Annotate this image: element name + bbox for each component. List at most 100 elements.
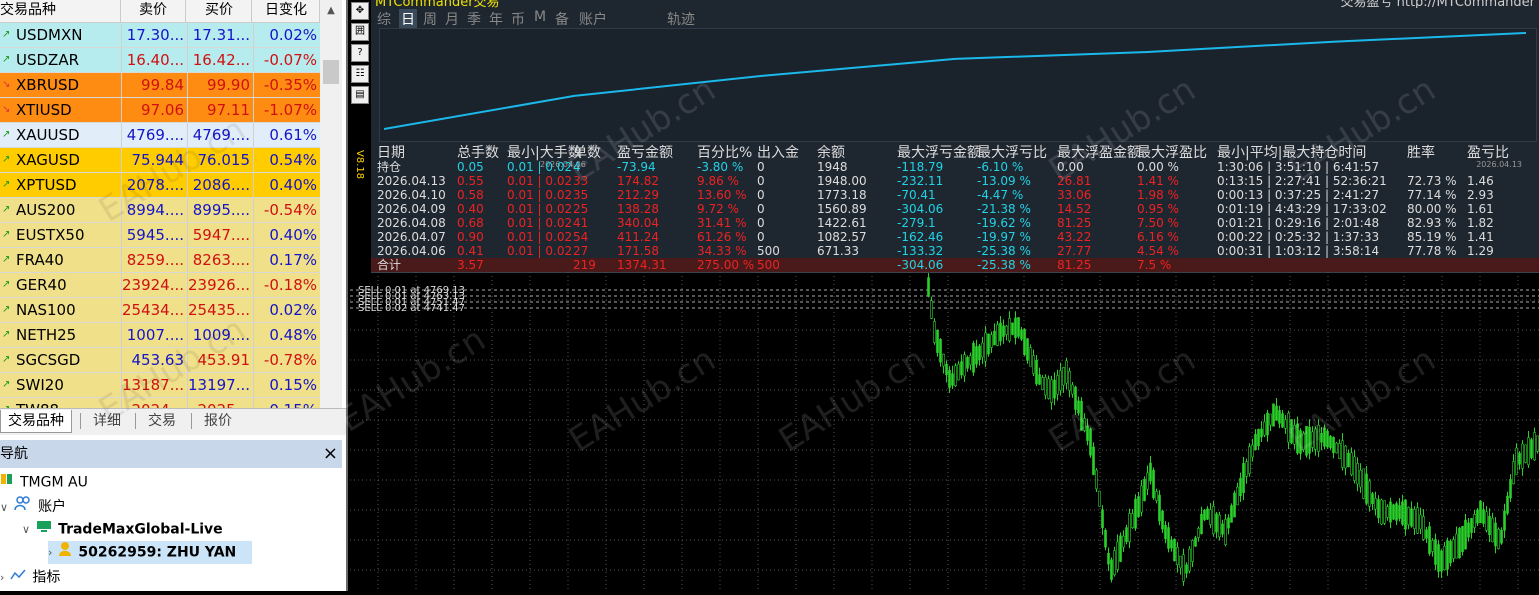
tab-trading[interactable]: 交易: [141, 410, 183, 432]
stats-cell-maxloss: -118.79: [897, 160, 944, 174]
scroll-thumb[interactable]: [323, 60, 339, 84]
candle-body: [1248, 446, 1251, 474]
stats-row: 2026.04.09 0.40 0.01 | 0.02 25 138.28 9.72 % 0…: [371, 202, 1539, 216]
market-watch-row[interactable]: ↗ NETH25 1007.... 1009.... 0.48%: [0, 323, 320, 348]
column-ask[interactable]: 买价: [187, 0, 252, 22]
close-icon[interactable]: ×: [323, 440, 338, 468]
period-tab[interactable]: 季: [467, 9, 481, 29]
arrow-up-icon: ↗: [2, 229, 11, 240]
candle-body: [1362, 468, 1365, 499]
mtcommander-toolbar: ✥ 囲 ? ☷ ▤: [350, 0, 372, 104]
period-tab[interactable]: M: [534, 9, 546, 25]
period-tab[interactable]: 周: [423, 9, 437, 29]
candle-body: [1530, 439, 1533, 459]
candle-body: [1269, 413, 1272, 426]
column-change[interactable]: 日变化: [253, 0, 320, 22]
candle-body: [942, 353, 945, 367]
candle-body: [1374, 498, 1377, 510]
chevron-right-icon[interactable]: ›: [48, 541, 52, 564]
price-chart[interactable]: SELL 0.01 at 4769.13 SELL 0.01 at 4763.13…: [350, 272, 1539, 591]
stats-cell-pct: 34.33 %: [697, 244, 747, 258]
tab-ticks[interactable]: 报价: [197, 410, 239, 432]
market-watch-row[interactable]: ↗ SWI20 13187... 13197... 0.15%: [0, 373, 320, 398]
stats-cell-maxprofit_pct: 1.41 %: [1137, 174, 1179, 188]
candle-body: [1293, 424, 1296, 445]
period-tab[interactable]: 备: [555, 9, 569, 29]
grid-icon[interactable]: ☷: [351, 65, 369, 83]
market-watch-row[interactable]: ↗ GER40 23924... 23926... -0.18%: [0, 273, 320, 298]
row-symbol: NAS100: [16, 301, 76, 319]
row-change: 0.54%: [253, 148, 321, 172]
stats-cell-pl: 1374.31: [617, 258, 667, 272]
candle-body: [951, 373, 954, 386]
arrow-down-icon: ↘: [2, 104, 11, 115]
candle-body: [1032, 355, 1035, 374]
candle-body: [1395, 503, 1398, 521]
period-tab[interactable]: 账户: [579, 9, 607, 29]
scroll-up-icon[interactable]: ▲: [322, 2, 340, 20]
period-tab[interactable]: 月: [445, 9, 459, 29]
navigator-server[interactable]: ∨ TradeMaxGlobal-Live: [22, 518, 223, 541]
candle-body: [945, 363, 948, 376]
move-icon[interactable]: ✥: [351, 2, 369, 20]
column-symbol[interactable]: 交易品种: [0, 0, 121, 22]
candle-body: [1416, 507, 1419, 534]
candle-body: [1263, 421, 1266, 436]
market-watch-row[interactable]: ↗ EUSTX50 5945.... 5947.... 0.40%: [0, 223, 320, 248]
chevron-right-icon[interactable]: ›: [0, 566, 4, 589]
market-watch-row[interactable]: ↗ FRA40 8259.... 8263.... 0.17%: [0, 248, 320, 273]
market-watch-row[interactable]: ↗ USDMXN 17.30... 17.31... 0.02%: [0, 23, 320, 48]
help-icon[interactable]: ?: [351, 44, 369, 62]
navigator-account-item[interactable]: › 50262959: ZHU YAN: [48, 541, 252, 564]
candle-body: [1515, 447, 1518, 475]
row-symbol: AUS200: [16, 201, 76, 219]
row-change: 0.40%: [253, 173, 321, 197]
row-ask: 99.90: [187, 73, 252, 97]
stats-row: 2026.04.08 0.68 0.01 | 0.02 41 340.04 31.41 %…: [371, 216, 1539, 230]
period-tab[interactable]: 年: [489, 9, 503, 29]
user-icon: [58, 541, 72, 564]
chevron-down-icon[interactable]: ∨: [22, 518, 30, 541]
market-watch-row[interactable]: ↗ XPTUSD 2078.... 2086.... 0.40%: [0, 173, 320, 198]
stats-cell-flow: 0: [757, 216, 765, 230]
period-tab[interactable]: 综: [377, 9, 391, 29]
market-watch-row[interactable]: ↗ USDZAR 16.40... 16.42... -0.07%: [0, 48, 320, 73]
market-watch-row[interactable]: ↗ XAUUSD 4769.... 4769.... 0.61%: [0, 123, 320, 148]
candle-body: [957, 363, 960, 381]
stats-cell-date: 2026.04.13: [377, 174, 446, 188]
order-label[interactable]: SELL 0.02 at 4741.47: [358, 304, 465, 314]
stats-cell-pf: 1.46: [1467, 174, 1494, 188]
candle-body: [1386, 506, 1389, 518]
market-watch-row[interactable]: ↘ XBRUSD 99.84 99.90 -0.35%: [0, 73, 320, 98]
market-watch-row[interactable]: ↗ SGCSGD 453.63 453.91 -0.78%: [0, 348, 320, 373]
candle-body: [1044, 377, 1047, 396]
panel-title: MTCommander交易: [375, 0, 500, 8]
period-tab[interactable]: 日: [399, 9, 417, 29]
market-watch-row[interactable]: ↗ AUS200 8994.... 8995.... -0.54%: [0, 198, 320, 223]
navigator-accounts[interactable]: ∨ 账户: [0, 495, 66, 518]
period-tab[interactable]: 币: [511, 9, 525, 29]
arrow-up-icon: ↗: [2, 329, 11, 340]
row-bid: 16.40...: [121, 48, 186, 72]
market-watch-row[interactable]: ↘ XTIUSD 97.06 97.11 -1.07%: [0, 98, 320, 123]
chevron-down-icon[interactable]: ∨: [0, 496, 8, 519]
period-tab[interactable]: 轨迹: [667, 9, 695, 29]
stats-cell-count: 41: [573, 216, 589, 230]
tab-details[interactable]: 详细: [86, 410, 128, 432]
stats-cell-pct: 9.72 %: [697, 202, 739, 216]
column-bid[interactable]: 卖价: [121, 0, 186, 22]
candle-body: [1488, 515, 1491, 536]
market-watch-scrollbar[interactable]: ▲: [320, 0, 342, 408]
chart-icon[interactable]: ▤: [351, 86, 369, 104]
market-watch-row[interactable]: ↗ XAGUSD 75.944 76.015 0.54%: [0, 148, 320, 173]
tab-symbols[interactable]: 交易品种: [0, 410, 72, 433]
panel-icon[interactable]: 囲: [351, 23, 369, 41]
market-watch-row[interactable]: ↗TW882024...2025...0.15%: [0, 398, 320, 408]
market-watch-row[interactable]: ↗ NAS100 25434... 25435... 0.02%: [0, 298, 320, 323]
candle-body: [1359, 470, 1362, 488]
market-watch: 交易品种 卖价 买价 日变化 ↗ USDMXN 17.30... 17.31... 0.…: [0, 0, 346, 408]
stats-cell-minmax: 0.01 | 0.02: [507, 160, 573, 174]
stats-cell-hold: 0:00:22 | 0:25:32 | 1:37:33: [1217, 230, 1380, 244]
navigator-indicators[interactable]: › 指标: [0, 566, 60, 589]
navigator-broker[interactable]: TMGM AU: [0, 471, 88, 494]
